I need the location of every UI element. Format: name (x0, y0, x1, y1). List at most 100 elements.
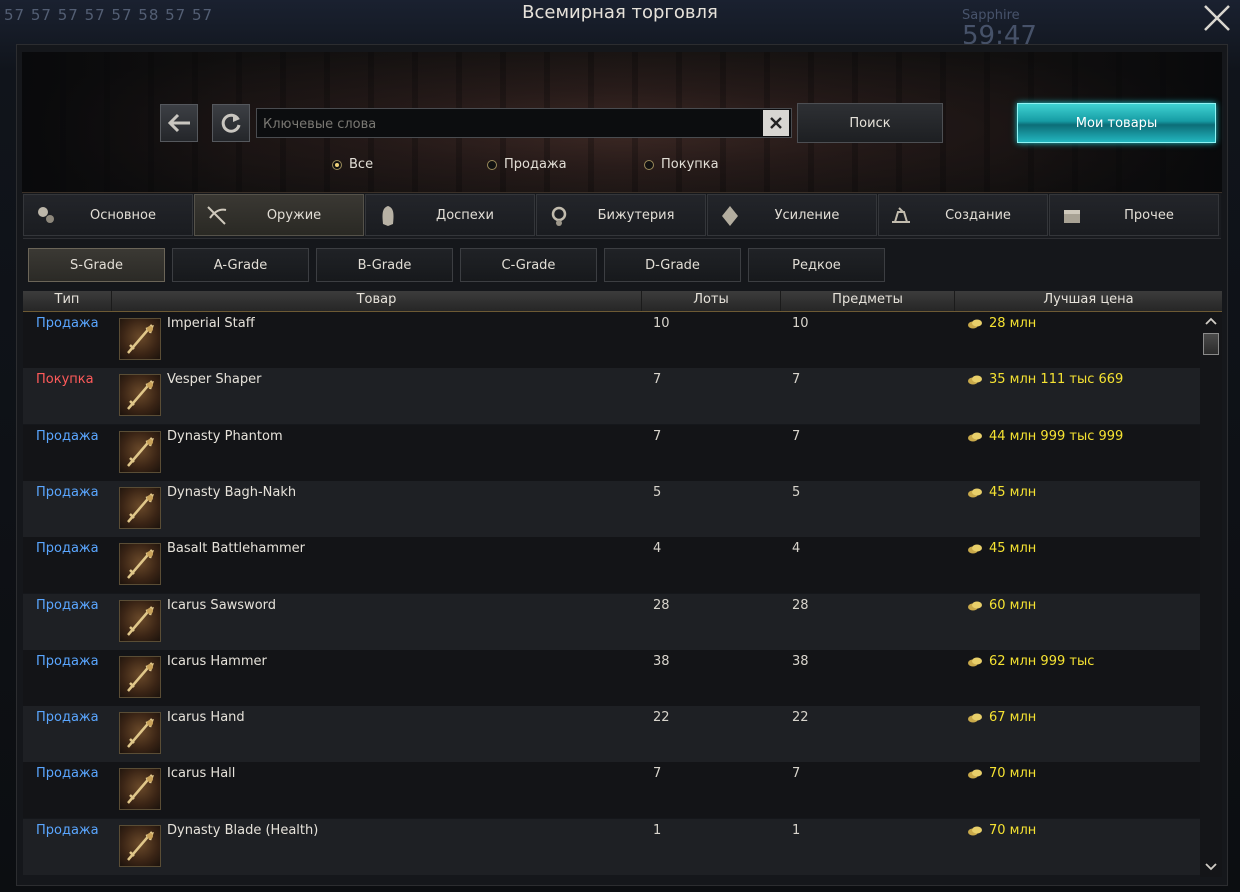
row-items: 7 (792, 766, 801, 781)
row-items: 1 (792, 823, 801, 838)
table-row[interactable]: Покупка Vesper Shaper 7 7 35 млн 111 тыс 669 (23, 368, 1200, 424)
scroll-down-button[interactable] (1202, 860, 1220, 874)
table-row[interactable]: Продажа Imperial Staff 10 10 28 млн (23, 312, 1200, 368)
column-type[interactable]: Тип (23, 292, 111, 307)
hammer-icon (119, 656, 161, 698)
hammer-icon (119, 543, 161, 585)
table-row[interactable]: Продажа Dynasty Phantom 7 7 44 млн 999 тыс 9… (23, 425, 1200, 481)
column-best-price[interactable]: Лучшая цена (955, 292, 1222, 307)
filter-all[interactable]: Все (332, 157, 373, 172)
close-button[interactable] (1198, 0, 1236, 36)
row-price: 45 млн (967, 541, 1036, 556)
row-price: 70 млн (967, 766, 1036, 781)
adena-icon (968, 713, 982, 722)
tab-label: Оружие (266, 207, 322, 223)
search-input[interactable] (261, 109, 765, 139)
tab-misc[interactable]: Прочее (1049, 194, 1219, 236)
category-tabs: Основное Оружие Доспехи Бижутерия Усилен… (23, 194, 1221, 239)
row-type: Продажа (36, 654, 99, 669)
grade-tab-a[interactable]: A-Grade (172, 248, 309, 282)
row-item-name: Icarus Hand (167, 710, 245, 725)
grade-tab-b[interactable]: B-Grade (316, 248, 453, 282)
row-price: 45 млн (967, 485, 1036, 500)
table-row[interactable]: Продажа Dynasty Blade (Health) 1 1 70 млн (23, 819, 1200, 875)
refresh-button[interactable] (212, 104, 250, 142)
search-button[interactable]: Поиск (797, 103, 943, 143)
tab-basic[interactable]: Основное (23, 194, 193, 236)
my-goods-button[interactable]: Мои товары (1017, 103, 1216, 143)
close-icon (1204, 5, 1230, 31)
row-type: Продажа (36, 823, 99, 838)
tab-jewelry[interactable]: Бижутерия (536, 194, 706, 236)
radio-dot (487, 159, 497, 170)
row-items: 10 (792, 316, 809, 331)
grade-tab-c[interactable]: C-Grade (460, 248, 597, 282)
fist-icon (119, 487, 161, 529)
dual-sword-icon (119, 768, 161, 810)
tab-craft[interactable]: Создание (878, 194, 1048, 236)
row-items: 38 (792, 654, 809, 669)
scrollbar-track[interactable] (1200, 312, 1222, 877)
row-items: 7 (792, 429, 801, 444)
sword-icon (119, 431, 161, 473)
filter-buy[interactable]: Покупка (644, 157, 719, 172)
row-item-name: Dynasty Phantom (167, 429, 283, 444)
table-row[interactable]: Продажа Icarus Hand 22 22 67 млн (23, 706, 1200, 762)
row-lots: 22 (653, 710, 670, 725)
row-lots: 7 (653, 766, 662, 781)
grade-tab-d[interactable]: D-Grade (604, 248, 741, 282)
adena-icon (968, 826, 982, 835)
row-lots: 28 (653, 598, 670, 613)
table-row[interactable]: Продажа Icarus Sawsword 28 28 60 млн (23, 594, 1200, 650)
chevron-up-icon (1205, 317, 1217, 325)
tab-armor[interactable]: Доспехи (365, 194, 535, 236)
row-item-name: Dynasty Bagh-Nakh (167, 485, 297, 500)
table-row[interactable]: Продажа Basalt Battlehammer 4 4 45 млн (23, 537, 1200, 593)
tab-label: Доспехи (436, 207, 494, 223)
filter-label: Все (349, 157, 374, 172)
price-value: 35 млн 111 тыс 669 (989, 372, 1124, 387)
row-type: Продажа (36, 541, 99, 556)
row-lots: 4 (653, 541, 662, 556)
radio-dot (332, 159, 342, 170)
filter-sell[interactable]: Продажа (487, 157, 567, 172)
staff-icon (119, 318, 161, 360)
sword-icon (119, 600, 161, 642)
row-type: Продажа (36, 316, 99, 331)
row-type: Продажа (36, 710, 99, 725)
scroll-up-button[interactable] (1202, 314, 1220, 328)
row-price: 44 млн 999 тыс 999 (967, 429, 1123, 444)
spear-icon (119, 374, 161, 416)
price-value: 44 млн 999 тыс 999 (989, 429, 1124, 444)
adena-icon (968, 375, 982, 384)
table-header: Тип Товар Лоты Предметы Лучшая цена (23, 291, 1222, 313)
row-item-name: Basalt Battlehammer (167, 541, 306, 556)
row-lots: 1 (653, 823, 662, 838)
adena-icon (968, 432, 982, 441)
arrow-left-icon (167, 113, 190, 133)
fist-icon (119, 712, 161, 754)
table-row[interactable]: Продажа Icarus Hall 7 7 70 млн (23, 762, 1200, 818)
dual-sword-icon (119, 825, 161, 867)
column-items[interactable]: Предметы (781, 292, 954, 307)
back-button[interactable] (160, 104, 198, 142)
table-row[interactable]: Продажа Dynasty Bagh-Nakh 5 5 45 млн (23, 481, 1200, 537)
row-type: Продажа (36, 485, 99, 500)
grade-tab-s[interactable]: S-Grade (28, 248, 165, 282)
row-type: Продажа (36, 766, 99, 781)
column-lots[interactable]: Лоты (642, 292, 780, 307)
clear-search-button[interactable] (763, 110, 789, 136)
scrollbar-thumb[interactable] (1203, 333, 1219, 355)
tab-weapon[interactable]: Оружие (194, 194, 364, 236)
tab-label: Прочее (1124, 207, 1174, 223)
column-item[interactable]: Товар (112, 292, 641, 307)
filter-label: Продажа (504, 157, 567, 172)
price-value: 28 млн (989, 316, 1037, 331)
close-icon (770, 117, 782, 129)
price-value: 70 млн (989, 766, 1037, 781)
tab-enhance[interactable]: Усиление (707, 194, 877, 236)
row-item-name: Icarus Hammer (167, 654, 267, 669)
table-row[interactable]: Продажа Icarus Hammer 38 38 62 млн 999 тыс (23, 650, 1200, 706)
grade-tab-rare[interactable]: Редкое (748, 248, 885, 282)
window-title: Всемирная торговля (522, 2, 718, 23)
